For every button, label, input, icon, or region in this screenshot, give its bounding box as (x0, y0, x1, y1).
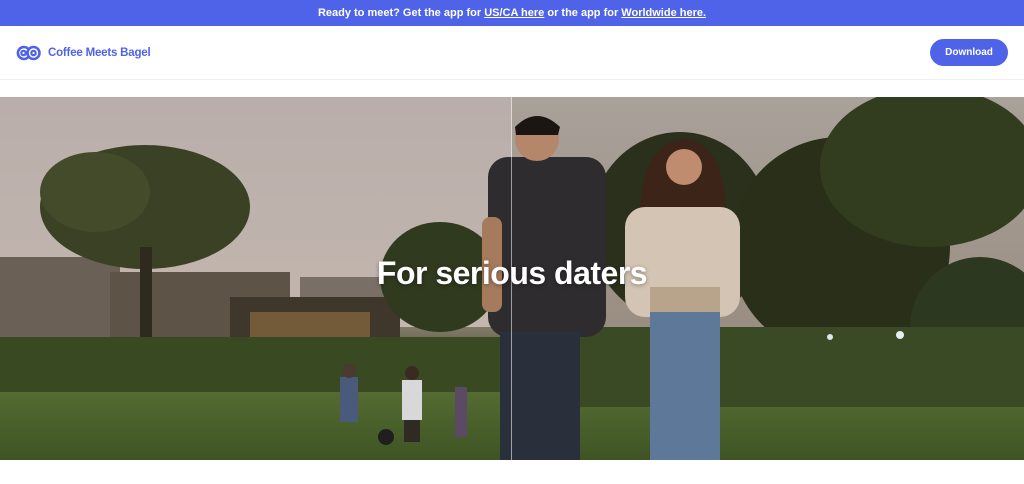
logo-text: Coffee Meets Bagel (48, 47, 151, 59)
promo-banner: Ready to meet? Get the app for US/CA her… (0, 0, 1024, 26)
cmb-logo-icon (16, 45, 41, 61)
worldwide-app-link[interactable]: Worldwide here. (621, 7, 706, 19)
hero-title: For serious daters (376, 255, 648, 291)
download-button[interactable]: Download (930, 39, 1008, 66)
us-ca-app-link[interactable]: US/CA here (484, 7, 544, 19)
promo-text-before: Ready to meet? Get the app for (317, 7, 485, 19)
promo-text-middle: or the app for (544, 7, 622, 19)
site-header: Coffee Meets Bagel Download (0, 26, 1024, 80)
hero-section: For serious daters (0, 97, 1024, 460)
logo[interactable]: Coffee Meets Bagel (16, 42, 151, 64)
